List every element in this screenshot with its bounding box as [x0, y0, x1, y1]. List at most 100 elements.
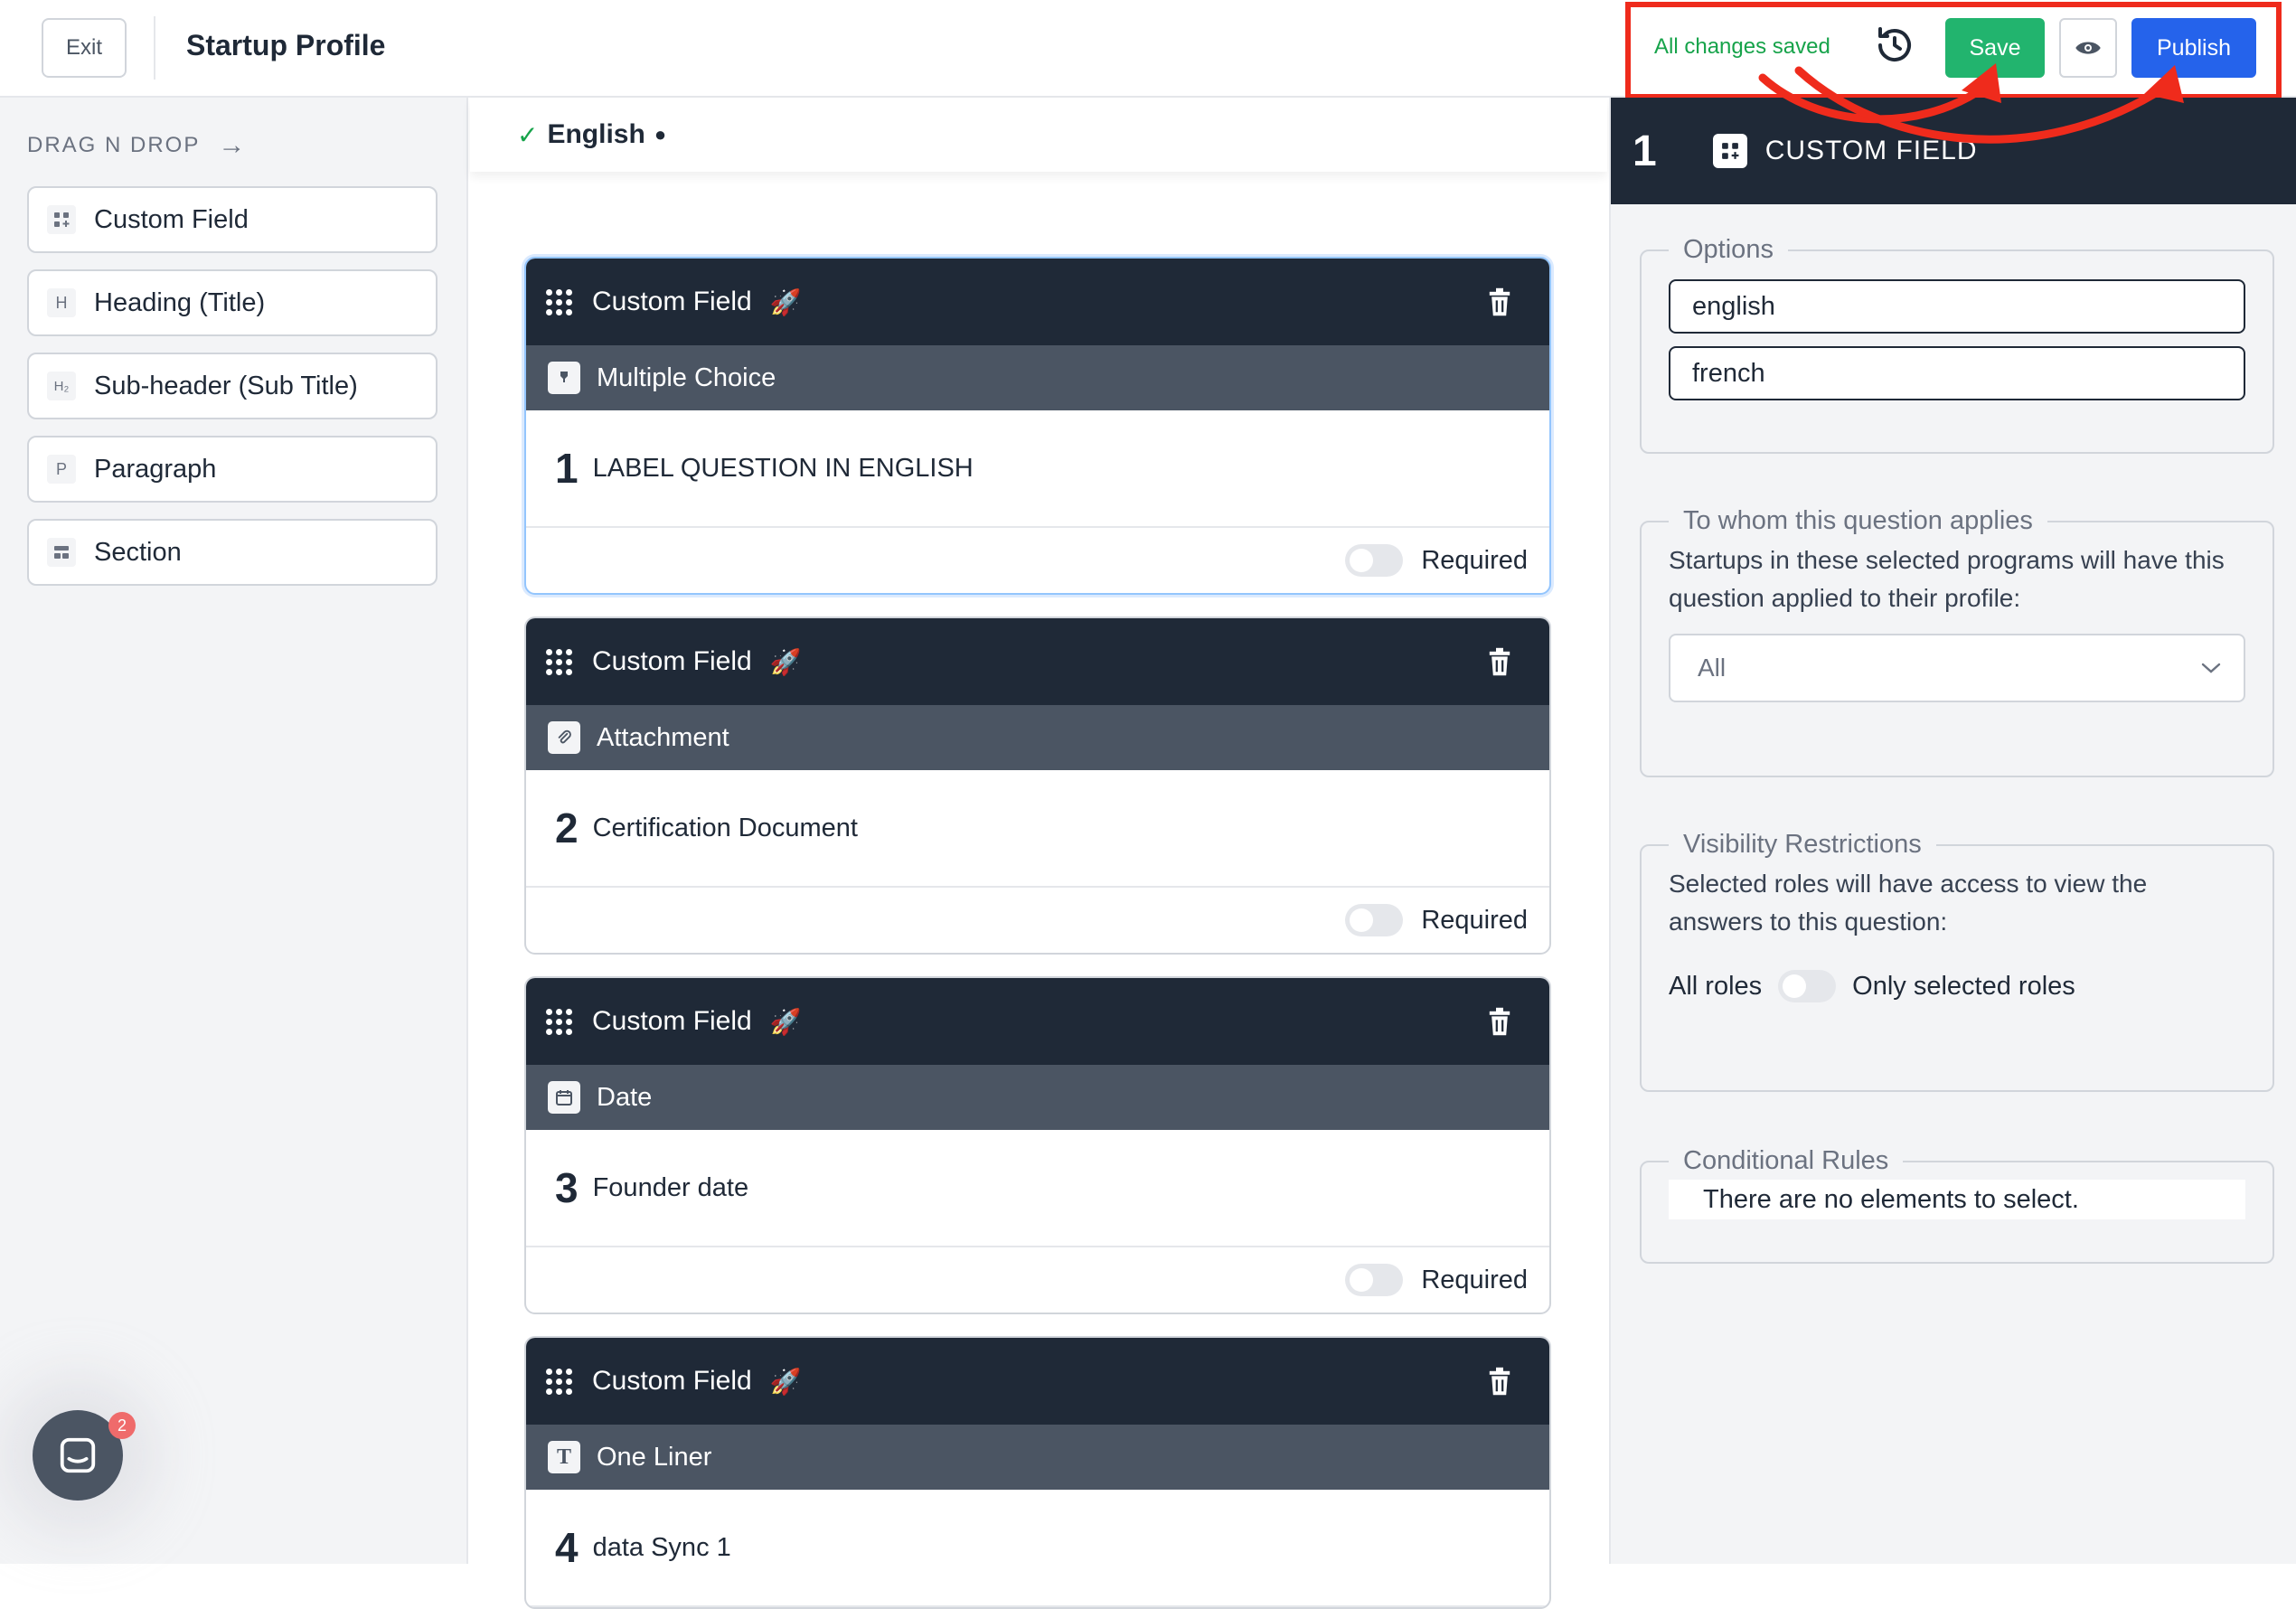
rocket-icon: 🚀 [769, 647, 802, 676]
drag-n-drop-label: DRAG N DROP [27, 133, 201, 157]
field-type-bar: T One Liner [526, 1425, 1549, 1490]
drag-handle-icon[interactable] [546, 648, 572, 675]
tool-section[interactable]: Section [27, 519, 438, 586]
question-number: 2 [555, 804, 579, 852]
conditional-empty-message: There are no elements to select. [1669, 1180, 2245, 1219]
card-body: 3 Founder date [526, 1130, 1549, 1247]
field-card[interactable]: Custom Field 🚀 Attachment 2 Certificatio… [524, 616, 1551, 955]
tool-label: Custom Field [94, 204, 249, 234]
question-label: Founder date [592, 1172, 749, 1202]
card-header: Custom Field 🚀 [526, 1338, 1549, 1425]
selected-roles-label: Only selected roles [1852, 971, 2075, 1001]
drag-handle-icon[interactable] [546, 1008, 572, 1035]
history-icon[interactable] [1873, 24, 1916, 67]
chat-icon [60, 1437, 96, 1473]
choice-icon [548, 362, 580, 394]
language-label: English [547, 119, 645, 149]
field-type-label: Date [597, 1082, 653, 1112]
trash-icon[interactable] [1488, 647, 1511, 676]
grid-plus-icon [1712, 134, 1747, 168]
top-bar: Exit Startup Profile All changes saved S… [0, 0, 2296, 99]
panel-header: 1 CUSTOM FIELD [1611, 98, 2296, 204]
required-label: Required [1421, 905, 1528, 935]
option-input[interactable]: english [1669, 279, 2245, 334]
calendar-icon [548, 1081, 580, 1114]
card-body: 4 data Sync 1 [526, 1490, 1549, 1607]
field-type-bar: Multiple Choice [526, 345, 1549, 410]
required-toggle[interactable] [1345, 1264, 1404, 1296]
panel-field-number: 1 [1633, 127, 1657, 175]
paragraph-icon: P [47, 455, 76, 484]
drag-handle-icon[interactable] [546, 288, 572, 315]
required-toggle[interactable] [1345, 904, 1404, 936]
arrow-right-icon: → [218, 130, 246, 160]
rocket-icon: 🚀 [769, 287, 802, 316]
field-type-label: Attachment [597, 722, 729, 752]
option-input[interactable]: french [1669, 346, 2245, 400]
check-icon: ✓ [517, 120, 539, 149]
notification-badge: 2 [108, 1412, 136, 1439]
question-label: data Sync 1 [592, 1532, 731, 1562]
chevron-down-icon [2201, 663, 2221, 673]
drag-n-drop-heading: DRAG N DROP → [27, 130, 245, 161]
conditional-rules-group: Conditional Rules There are no elements … [1640, 1146, 2274, 1264]
applies-group: To whom this question applies Startups i… [1640, 506, 2274, 777]
card-title: Custom Field [592, 1366, 752, 1396]
all-roles-label: All roles [1669, 971, 1763, 1001]
tool-custom-field[interactable]: Custom Field [27, 186, 438, 253]
save-status: All changes saved [1654, 34, 1830, 59]
language-tab[interactable]: ✓ English ● [470, 98, 1607, 172]
card-footer: Required [526, 888, 1549, 953]
required-toggle[interactable] [1345, 544, 1404, 577]
panel-title: CUSTOM FIELD [1764, 136, 1978, 165]
question-number: 3 [555, 1164, 579, 1211]
subheading-icon: H₂ [47, 372, 76, 400]
question-number: 1 [555, 445, 579, 492]
field-card[interactable]: Custom Field 🚀 Multiple Choice 1 LABEL Q… [524, 257, 1551, 595]
tool-label: Paragraph [94, 454, 217, 484]
save-button[interactable]: Save [1945, 18, 2045, 78]
divider [154, 16, 155, 80]
card-footer: Required [526, 528, 1549, 593]
field-type-label: Multiple Choice [597, 362, 776, 392]
card-body: 1 LABEL QUESTION IN ENGLISH [526, 410, 1549, 528]
tool-paragraph[interactable]: P Paragraph [27, 436, 438, 503]
trash-icon[interactable] [1488, 1367, 1511, 1396]
question-label: LABEL QUESTION IN ENGLISH [592, 453, 974, 483]
applies-description: Startups in these selected programs will… [1669, 546, 2225, 612]
tool-sub-header[interactable]: H₂ Sub-header (Sub Title) [27, 353, 438, 419]
page-title: Startup Profile [186, 29, 386, 61]
field-card[interactable]: Custom Field 🚀 T One Liner 4 data Sync 1 [524, 1336, 1551, 1609]
publish-button[interactable]: Publish [2131, 18, 2256, 78]
roles-toggle[interactable] [1778, 970, 1837, 1002]
applies-legend: To whom this question applies [1683, 506, 2033, 535]
required-label: Required [1421, 1265, 1528, 1294]
field-type-bar: Attachment [526, 705, 1549, 770]
grid-plus-icon [47, 205, 76, 234]
field-card[interactable]: Custom Field 🚀 Date 3 Founder date Requi… [524, 976, 1551, 1314]
visibility-legend: Visibility Restrictions [1683, 830, 1922, 859]
field-type-label: One Liner [597, 1442, 712, 1472]
card-header: Custom Field 🚀 [526, 618, 1549, 705]
required-label: Required [1421, 545, 1528, 575]
tool-heading[interactable]: H Heading (Title) [27, 269, 438, 336]
question-label: Certification Document [592, 813, 858, 842]
tool-label: Section [94, 537, 182, 567]
tool-label: Sub-header (Sub Title) [94, 371, 358, 400]
trash-icon[interactable] [1488, 1007, 1511, 1036]
card-title: Custom Field [592, 1006, 752, 1036]
drag-handle-icon[interactable] [546, 1368, 572, 1395]
field-type-bar: Date [526, 1065, 1549, 1130]
rocket-icon: 🚀 [769, 1367, 802, 1396]
visibility-description: Selected roles will have access to view … [1669, 870, 2148, 936]
card-body: 2 Certification Document [526, 770, 1549, 888]
exit-button[interactable]: Exit [42, 18, 127, 78]
dot-icon: ● [654, 123, 667, 146]
sidebar: DRAG N DROP → Custom Field H Heading (Ti… [0, 98, 468, 1564]
trash-icon[interactable] [1488, 287, 1511, 316]
options-group: Options english french [1640, 235, 2274, 454]
tool-label: Heading (Title) [94, 287, 266, 317]
heading-icon: H [47, 288, 76, 317]
programs-select[interactable]: All [1669, 634, 2245, 702]
preview-button[interactable] [2059, 18, 2117, 78]
